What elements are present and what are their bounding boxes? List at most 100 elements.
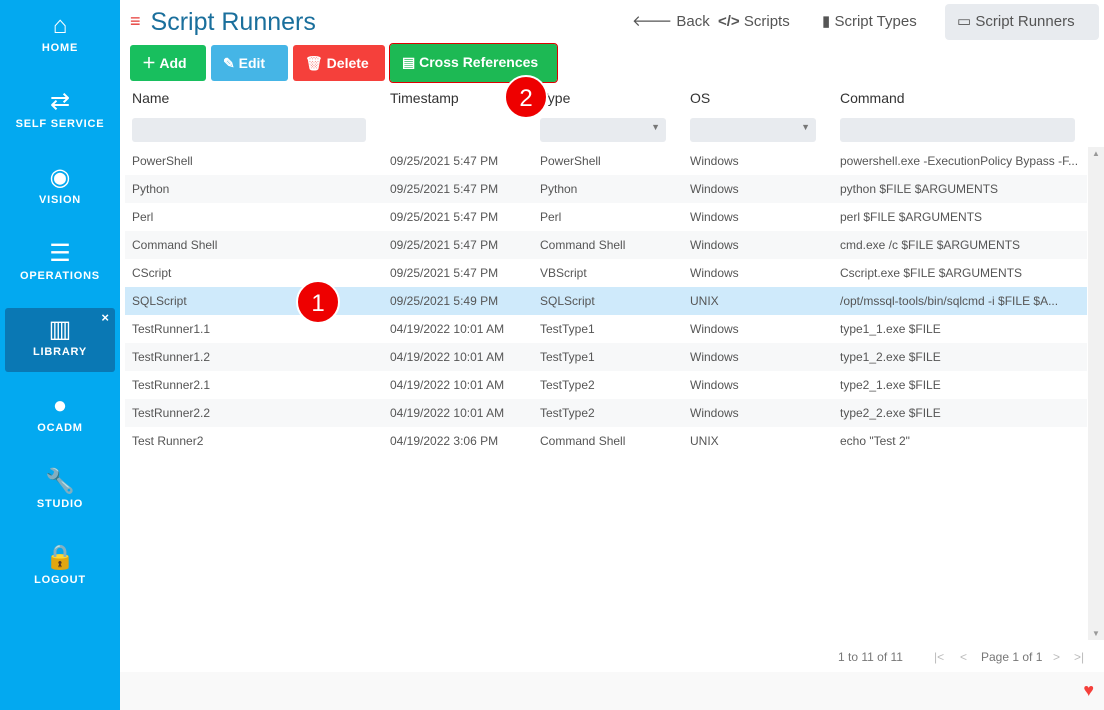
sidebar-item-vision[interactable]: ◉ VISION (5, 156, 115, 220)
os-filter[interactable]: ▼ (690, 118, 816, 142)
sidebar-item-self-service[interactable]: ⇄ SELF SERVICE (5, 80, 115, 144)
cell-command: cmd.exe /c $FILE $ARGUMENTS (840, 238, 1021, 252)
table-row[interactable]: TestRunner1.1 04/19/2022 10:01 AM TestType… (125, 315, 1087, 343)
cell-name: CScript (132, 266, 172, 280)
cell-name: SQLScript (132, 294, 187, 308)
cell-command: type2_1.exe $FILE (840, 378, 941, 392)
sidebar-item-operations[interactable]: ☰ OPERATIONS (5, 232, 115, 296)
delete-button[interactable]: 🗑 Delete (293, 45, 385, 81)
sidebar-item-library[interactable]: ▥ LIBRARY × (5, 308, 115, 372)
cell-name: TestRunner1.2 (132, 350, 211, 364)
table-row[interactable]: TestRunner2.1 04/19/2022 10:01 AM TestType… (125, 371, 1087, 399)
last-page-icon[interactable]: >| (1074, 650, 1084, 664)
cell-type: SQLScript (540, 294, 595, 308)
table-row[interactable]: TestRunner1.2 04/19/2022 10:01 AM TestType… (125, 343, 1087, 371)
sidebar-item-label: VISION (38, 194, 82, 206)
table-row[interactable]: SQLScript 09/25/2021 5:49 PM SQLScript UNIX… (125, 287, 1087, 315)
sidebar-item-label: SELF SERVICE (15, 118, 105, 130)
name-filter[interactable] (132, 118, 366, 142)
cell-command: echo "Test 2" (840, 434, 910, 448)
command-filter[interactable] (840, 118, 1075, 142)
cell-os: Windows (690, 406, 739, 420)
close-icon[interactable]: × (101, 310, 109, 325)
column-header-name[interactable]: Name (132, 90, 169, 106)
sidebar-item-logout[interactable]: 🔒 LOGOUT (5, 536, 115, 600)
cell-timestamp: 09/25/2021 5:47 PM (390, 266, 499, 280)
column-header-command[interactable]: Command (840, 90, 905, 106)
scroll-down-icon[interactable]: ▼ (1092, 629, 1100, 638)
table-row[interactable]: Test Runner2 04/19/2022 3:06 PM Command Sh… (125, 427, 1087, 455)
cell-os: Windows (690, 322, 739, 336)
table-row[interactable]: Python 09/25/2021 5:47 PM Python Windows pyt… (125, 175, 1087, 203)
script-types-link[interactable]: ▮ Script Types (810, 8, 929, 40)
cell-command: type2_2.exe $FILE (840, 406, 941, 420)
cell-type: TestType1 (540, 322, 595, 336)
table-row[interactable]: TestRunner2.2 04/19/2022 10:01 AM TestType… (125, 399, 1087, 427)
script-runners-label: Script Runners (975, 13, 1075, 30)
cell-os: Windows (690, 154, 739, 168)
edit-button[interactable]: ✎ Edit (211, 45, 288, 81)
cell-timestamp: 09/25/2021 5:47 PM (390, 182, 499, 196)
cell-type: VBScript (540, 266, 587, 280)
user-icon: ● (52, 392, 68, 419)
table-row[interactable]: Command Shell 09/25/2021 5:47 PM Command S… (125, 231, 1087, 259)
hamburger-menu-icon[interactable]: ≡ (130, 11, 141, 31)
edit-label: Edit (238, 55, 266, 71)
add-button[interactable]: ＋ Add (130, 45, 206, 81)
back-label: Back (676, 13, 710, 30)
prev-page-icon[interactable]: < (960, 650, 967, 664)
page-title: ≡ Script Runners (130, 8, 316, 37)
delete-label: Delete (326, 55, 369, 71)
footer: ♥ (120, 672, 1104, 710)
scripts-label: Scripts (743, 13, 790, 30)
scroll-up-icon[interactable]: ▲ (1092, 149, 1100, 158)
caret-down-icon: ▼ (651, 122, 660, 132)
sidebar-item-home[interactable]: ⌂ HOME (5, 4, 115, 68)
cell-command: powershell.exe -ExecutionPolicy Bypass -… (840, 154, 1079, 168)
cell-timestamp: 09/25/2021 5:47 PM (390, 210, 499, 224)
cell-name: TestRunner2.1 (132, 378, 211, 392)
script-types-label: Script Types (834, 13, 917, 30)
heartbeat-icon[interactable]: ♥ (1083, 680, 1094, 701)
page-indicator: Page 1 of 1 (981, 650, 1043, 664)
first-page-icon[interactable]: |< (934, 650, 944, 664)
cell-command: Cscript.exe $FILE $ARGUMENTS (840, 266, 1023, 280)
cell-type: PowerShell (540, 154, 601, 168)
cell-command: perl $FILE $ARGUMENTS (840, 210, 983, 224)
next-page-icon[interactable]: > (1053, 650, 1060, 664)
cell-name: Command Shell (132, 238, 218, 252)
cell-type: TestType2 (540, 406, 595, 420)
type-filter[interactable]: ▼ (540, 118, 666, 142)
sidebar-item-label: OCADM (37, 422, 83, 434)
cross-references-label: Cross References (419, 54, 539, 70)
sidebar-item-ocadm[interactable]: ● OCADM (5, 384, 115, 448)
cell-os: Windows (690, 210, 739, 224)
cell-type: Python (540, 182, 578, 196)
file-code-icon: ▮ (822, 13, 831, 30)
column-header-os[interactable]: OS (690, 90, 710, 106)
home-icon: ⌂ (52, 12, 68, 39)
marker-1: 1 (296, 280, 340, 324)
scripts-link[interactable]: </> Scripts (706, 8, 802, 40)
cell-type: Command Shell (540, 434, 626, 448)
cell-type: TestType2 (540, 378, 595, 392)
table-row[interactable]: CScript 09/25/2021 5:47 PM VBScript Windows… (125, 259, 1087, 287)
cell-name: PowerShell (132, 154, 193, 168)
cell-type: Command Shell (540, 238, 626, 252)
code-icon: </> (718, 13, 740, 30)
lock-icon: 🔒 (45, 544, 75, 571)
table-row[interactable]: PowerShell 09/25/2021 5:47 PM PowerShell Wi… (125, 147, 1087, 175)
sidebar-item-label: OPERATIONS (20, 270, 100, 282)
column-header-timestamp[interactable]: Timestamp (390, 90, 459, 106)
cell-os: Windows (690, 378, 739, 392)
sidebar-item-studio[interactable]: 🔧 STUDIO (5, 460, 115, 524)
scrollbar[interactable]: ▲ ▼ (1088, 147, 1104, 640)
sidebar: ⌂ HOME ⇄ SELF SERVICE ◉ VISION ☰ OPERATIONS ▥ LIB… (0, 0, 120, 710)
title-text: Script Runners (150, 8, 316, 36)
script-runners-link[interactable]: ▭ Script Runners (945, 4, 1099, 40)
cell-timestamp: 04/19/2022 10:01 AM (390, 350, 505, 364)
cell-timestamp: 09/25/2021 5:49 PM (390, 294, 499, 308)
cell-os: Windows (690, 238, 739, 252)
cell-os: Windows (690, 350, 739, 364)
table-row[interactable]: Perl 09/25/2021 5:47 PM Perl Windows perl $F… (125, 203, 1087, 231)
